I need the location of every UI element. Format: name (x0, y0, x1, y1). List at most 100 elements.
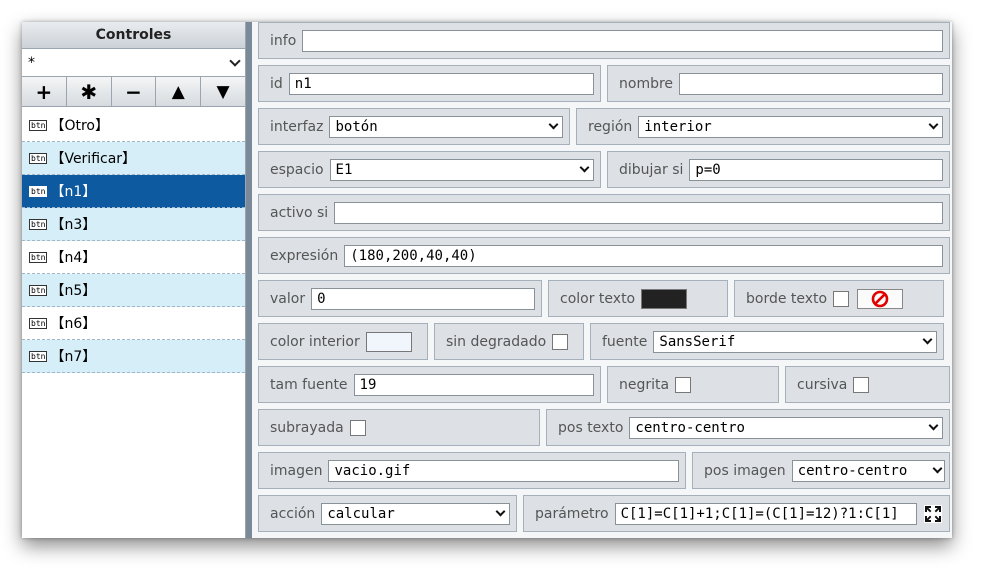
nombre-input[interactable] (679, 72, 943, 95)
espacio-value: E1 (335, 161, 353, 178)
row-imagen: imagen vacio.gif pos imagen centro-centr… (258, 452, 950, 489)
subrayada-checkbox[interactable] (349, 419, 366, 436)
cursiva-checkbox[interactable] (853, 376, 870, 393)
color-interior-swatch[interactable] (365, 331, 412, 352)
no-color-button[interactable] (857, 288, 904, 309)
region-select[interactable]: interior (638, 115, 943, 138)
move-down-button[interactable]: ▼ (201, 77, 245, 106)
region-value: interior (644, 118, 712, 135)
espacio-select[interactable]: E1 (329, 158, 594, 181)
controls-toolbar: + ✱ − ▲ ▼ (22, 77, 245, 107)
row-accion: acción calcular parámetro C[1]=C[1]+1;C[… (258, 495, 950, 532)
tam-fuente-input[interactable]: 19 (353, 373, 594, 396)
color-texto-field-panel: color texto (548, 280, 728, 317)
row-subrayada: subrayada pos texto centro-centro (258, 409, 950, 446)
dibujar-si-input[interactable]: p=0 (689, 158, 943, 181)
row-tam-fuente: tam fuente 19 negrita cursiva (258, 366, 950, 403)
pos-imagen-select[interactable]: centro-centro (791, 459, 945, 482)
interfaz-label: interfaz (270, 118, 324, 135)
info-field-panel: info (258, 22, 950, 59)
list-item-label: 【n3】 (50, 217, 97, 233)
list-item[interactable]: btn 【Verificar】 (22, 142, 245, 175)
button-type-icon: btn (29, 317, 48, 329)
chevron-down-icon (229, 54, 241, 67)
dibujar-si-field-panel: dibujar si p=0 (607, 151, 950, 188)
fuente-select[interactable]: SansSerif (653, 330, 937, 353)
row-info: info (258, 22, 950, 59)
id-label: id (270, 75, 283, 92)
borde-texto-label: borde texto (746, 290, 828, 307)
cursiva-label: cursiva (797, 376, 848, 393)
button-type-icon: btn (29, 218, 48, 230)
controls-filter-value: * (28, 54, 35, 71)
chevron-down-icon (928, 119, 939, 130)
pos-imagen-value: centro-centro (797, 462, 908, 479)
borde-texto-field-panel: borde texto (734, 280, 944, 317)
add-control-button[interactable]: + (22, 77, 67, 106)
controls-filter-select[interactable]: * (22, 49, 245, 77)
parametro-label: parámetro (535, 505, 609, 522)
list-item[interactable]: btn 【n4】 (22, 241, 245, 274)
parametro-input[interactable]: C[1]=C[1]+1;C[1]=(C[1]=12)?1:C[1] (614, 502, 917, 525)
expand-editor-button[interactable] (923, 504, 943, 524)
list-item-label: 【n4】 (50, 250, 97, 266)
pos-texto-field-panel: pos texto centro-centro (546, 409, 950, 446)
expresion-label: expresión (270, 247, 339, 264)
button-type-icon: btn (29, 185, 48, 197)
list-item-label: 【Verificar】 (50, 151, 137, 167)
duplicate-control-button[interactable]: ✱ (66, 77, 112, 106)
pos-texto-select[interactable]: centro-centro (629, 416, 943, 439)
id-field-panel: id n1 (258, 65, 601, 102)
chevron-down-icon (922, 334, 933, 345)
activo-si-input[interactable] (334, 201, 943, 224)
button-type-icon: btn (29, 350, 48, 362)
valor-input[interactable]: 0 (311, 287, 535, 310)
list-item[interactable]: btn 【Otro】 (22, 109, 245, 142)
subrayada-field-panel: subrayada (258, 409, 540, 446)
nombre-label: nombre (619, 75, 674, 92)
sin-degradado-checkbox[interactable] (552, 333, 569, 350)
negrita-checkbox[interactable] (675, 376, 692, 393)
list-item[interactable]: btn 【n5】 (22, 274, 245, 307)
accion-value: calcular (327, 505, 395, 522)
controls-panel-title: Controles (22, 22, 245, 49)
list-item[interactable]: btn 【n3】 (22, 208, 245, 241)
list-item-selected[interactable]: btn 【n1】 (22, 175, 245, 208)
imagen-label: imagen (270, 462, 323, 479)
properties-panel: info id n1 nombre interfaz botón región … (252, 22, 952, 538)
row-activo-si: activo si (258, 194, 950, 231)
sin-degradado-label: sin degradado (446, 333, 547, 350)
expresion-field-panel: expresión (180,200,40,40) (258, 237, 950, 274)
nombre-field-panel: nombre (607, 65, 950, 102)
borde-texto-checkbox[interactable] (833, 290, 850, 307)
activo-si-label: activo si (270, 204, 329, 221)
button-type-icon: btn (29, 284, 48, 296)
list-item-label: 【n7】 (50, 349, 97, 365)
row-color-interior: color interior sin degradado fuente Sans… (258, 323, 944, 360)
expresion-input[interactable]: (180,200,40,40) (344, 244, 943, 267)
button-type-icon: btn (29, 152, 48, 164)
activo-si-field-panel: activo si (258, 194, 950, 231)
cursiva-field-panel: cursiva (785, 366, 950, 403)
valor-field-panel: valor 0 (258, 280, 542, 317)
list-item[interactable]: btn 【n7】 (22, 340, 245, 373)
info-input[interactable] (302, 29, 943, 52)
color-texto-swatch[interactable] (641, 288, 688, 309)
id-input[interactable]: n1 (288, 72, 594, 95)
interfaz-select[interactable]: botón (329, 115, 563, 138)
imagen-field-panel: imagen vacio.gif (258, 452, 686, 489)
chevron-down-icon (548, 119, 559, 130)
accion-select[interactable]: calcular (321, 502, 510, 525)
button-type-icon: btn (29, 251, 48, 263)
pos-texto-label: pos texto (558, 419, 624, 436)
pos-imagen-field-panel: pos imagen centro-centro (692, 452, 950, 489)
color-texto-label: color texto (560, 290, 636, 307)
list-item-label: 【n1】 (50, 184, 97, 200)
region-field-panel: región interior (576, 108, 950, 145)
accion-label: acción (270, 505, 316, 522)
row-valor: valor 0 color texto borde texto (258, 280, 944, 317)
move-up-button[interactable]: ▲ (156, 77, 202, 106)
imagen-input[interactable]: vacio.gif (328, 459, 679, 482)
list-item[interactable]: btn 【n6】 (22, 307, 245, 340)
remove-control-button[interactable]: − (111, 77, 157, 106)
